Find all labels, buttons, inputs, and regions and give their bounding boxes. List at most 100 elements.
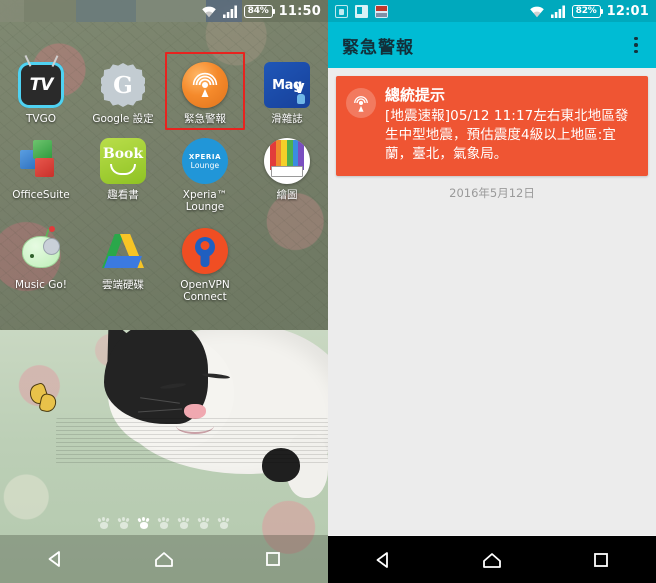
app-label: Music Go!: [15, 279, 67, 291]
home-status-bar: 84% 11:50: [0, 0, 328, 22]
app-icon-magv[interactable]: Mag V 滑雜誌: [246, 58, 328, 134]
app-bar: 緊急警報: [328, 22, 656, 68]
app-label: 趣看書: [107, 189, 139, 201]
overflow-menu-icon[interactable]: [630, 31, 642, 60]
antenna-dot: [49, 226, 55, 232]
app-label: Google 設定: [92, 113, 154, 125]
officesuite-icon: [18, 138, 64, 184]
battery-percent: 84%: [247, 6, 269, 16]
app-status-bar-right-group: 82% 12:01: [529, 0, 649, 22]
recents-icon: [594, 552, 609, 567]
alert-text-group: 總統提示 [地震速報]05/12 11:17左右東北地區發生中型地震，預估震度4…: [385, 86, 638, 164]
dual-screenshot-container: 84% 11:50 TV TVGO G Google 設定 緊急警報 Mag V…: [0, 0, 656, 583]
recents-button[interactable]: [575, 536, 627, 583]
emergency-alert-icon: [182, 62, 228, 108]
app-status-bar: 82% 12:01: [328, 0, 656, 22]
home-app-grid: TV TVGO G Google 設定 緊急警報 Mag V 滑雜誌 Offic…: [0, 52, 328, 314]
xperia-glyph: XPERIA: [188, 152, 222, 161]
alert-title: 總統提示: [385, 86, 446, 104]
app-icon-officesuite[interactable]: OfficeSuite: [0, 134, 82, 224]
app-label: 雲端硬碟: [102, 279, 144, 291]
app-row: Music Go! 雲端硬碟 OpenVPN Connect: [0, 224, 328, 314]
drawing-icon: [264, 138, 310, 184]
page-dot[interactable]: [96, 516, 111, 529]
cellular-signal-icon: [550, 5, 565, 18]
alert-card[interactable]: 總統提示 [地震速報]05/12 11:17左右東北地區發生中型地震，預估震度4…: [336, 76, 648, 177]
app-icon-drawing[interactable]: 繪圖: [246, 134, 328, 224]
app-icon-google-drive[interactable]: 雲端硬碟: [82, 224, 164, 314]
cat-nose: [184, 404, 206, 419]
page-dot[interactable]: [196, 516, 211, 529]
page-dot[interactable]: [176, 516, 191, 529]
status-bar-clock: 12:01: [606, 3, 649, 19]
battery-indicator: 84%: [243, 4, 275, 18]
google-settings-icon: G: [100, 62, 146, 108]
broadcast-alert-icon: [346, 88, 376, 118]
status-bar-blur-segment: [0, 0, 24, 22]
battery-percent: 82%: [575, 6, 597, 16]
app-row: OfficeSuite Book 趣看書 XPERIA Lounge Xperi…: [0, 134, 328, 224]
drive-blue-face: [104, 256, 142, 268]
book-icon: Book: [100, 138, 146, 184]
back-button[interactable]: [29, 535, 81, 583]
app-icon-google-settings[interactable]: G Google 設定: [82, 58, 164, 134]
page-dot-active[interactable]: [136, 516, 151, 529]
page-dot[interactable]: [116, 516, 131, 529]
back-button[interactable]: [357, 536, 409, 583]
page-indicator[interactable]: [0, 516, 328, 529]
status-bar-clock: 11:50: [278, 3, 321, 19]
home-icon: [483, 552, 501, 568]
status-bar-blur-segment: [76, 0, 136, 22]
lock-hole: [200, 241, 210, 250]
google-glyph: G: [113, 71, 133, 99]
app-icon-xperia-lounge[interactable]: XPERIA Lounge Xperia™ Lounge: [164, 134, 246, 224]
recents-button[interactable]: [247, 535, 299, 583]
app-icon-emergency-alert[interactable]: 緊急警報: [164, 52, 246, 134]
app-icon-book[interactable]: Book 趣看書: [82, 134, 164, 224]
app-icon-tvgo[interactable]: TV TVGO: [0, 58, 82, 134]
news-icon: [375, 4, 388, 18]
home-icon: [155, 552, 173, 567]
app-label: TVGO: [26, 113, 56, 125]
page-title: 緊急警報: [342, 37, 414, 58]
app-label: Xperia™ Lounge: [182, 189, 228, 214]
canvas-shape: [271, 166, 303, 177]
home-status-bar-right-group: 84% 11:50: [201, 0, 321, 22]
lounge-glyph: Lounge: [190, 160, 220, 170]
home-navigation-bar: [0, 535, 328, 583]
butterfly-wing: [38, 392, 58, 414]
cellular-signal-icon: [222, 5, 237, 18]
gear-icon: G: [101, 63, 145, 107]
app-label: 繪圖: [276, 189, 298, 201]
app-icon-openvpn[interactable]: OpenVPN Connect: [164, 224, 246, 314]
sd-card-icon: [355, 4, 368, 18]
app-icon-music-go[interactable]: Music Go!: [0, 224, 82, 314]
page-dot[interactable]: [216, 516, 231, 529]
status-bar-blur-segment: [24, 0, 76, 22]
smile-shape: [110, 164, 136, 175]
app-label: OfficeSuite: [12, 189, 70, 201]
app-navigation-bar: [328, 535, 656, 583]
battery-indicator: 82%: [571, 4, 603, 18]
music-go-icon: [18, 226, 64, 274]
tvgo-glyph: TV: [29, 75, 54, 95]
cube-red: [35, 158, 54, 177]
sim-card-icon: [335, 4, 348, 18]
alert-date: 2016年5月12日: [449, 186, 535, 201]
notification-icons-group: [335, 4, 388, 18]
lock-stem: [200, 250, 210, 267]
character-head: [43, 238, 60, 255]
broadcast-waves-icon: [354, 96, 368, 112]
back-icon: [376, 551, 388, 568]
app-label: OpenVPN Connect: [180, 279, 230, 304]
hand-cursor-icon: [297, 94, 305, 104]
alert-body: [地震速報]05/12 11:17左右東北地區發生中型地震，預估震度4級以上地區…: [385, 107, 629, 163]
home-button[interactable]: [466, 536, 518, 583]
wifi-icon: [529, 6, 544, 17]
xperia-lounge-icon: XPERIA Lounge: [182, 138, 228, 184]
character-eye: [30, 254, 34, 258]
status-bar-blur-segment: [136, 0, 206, 22]
alert-list-container: 總統提示 [地震速報]05/12 11:17左右東北地區發生中型地震，預估震度4…: [328, 68, 656, 535]
page-dot[interactable]: [156, 516, 171, 529]
home-button[interactable]: [138, 535, 190, 583]
